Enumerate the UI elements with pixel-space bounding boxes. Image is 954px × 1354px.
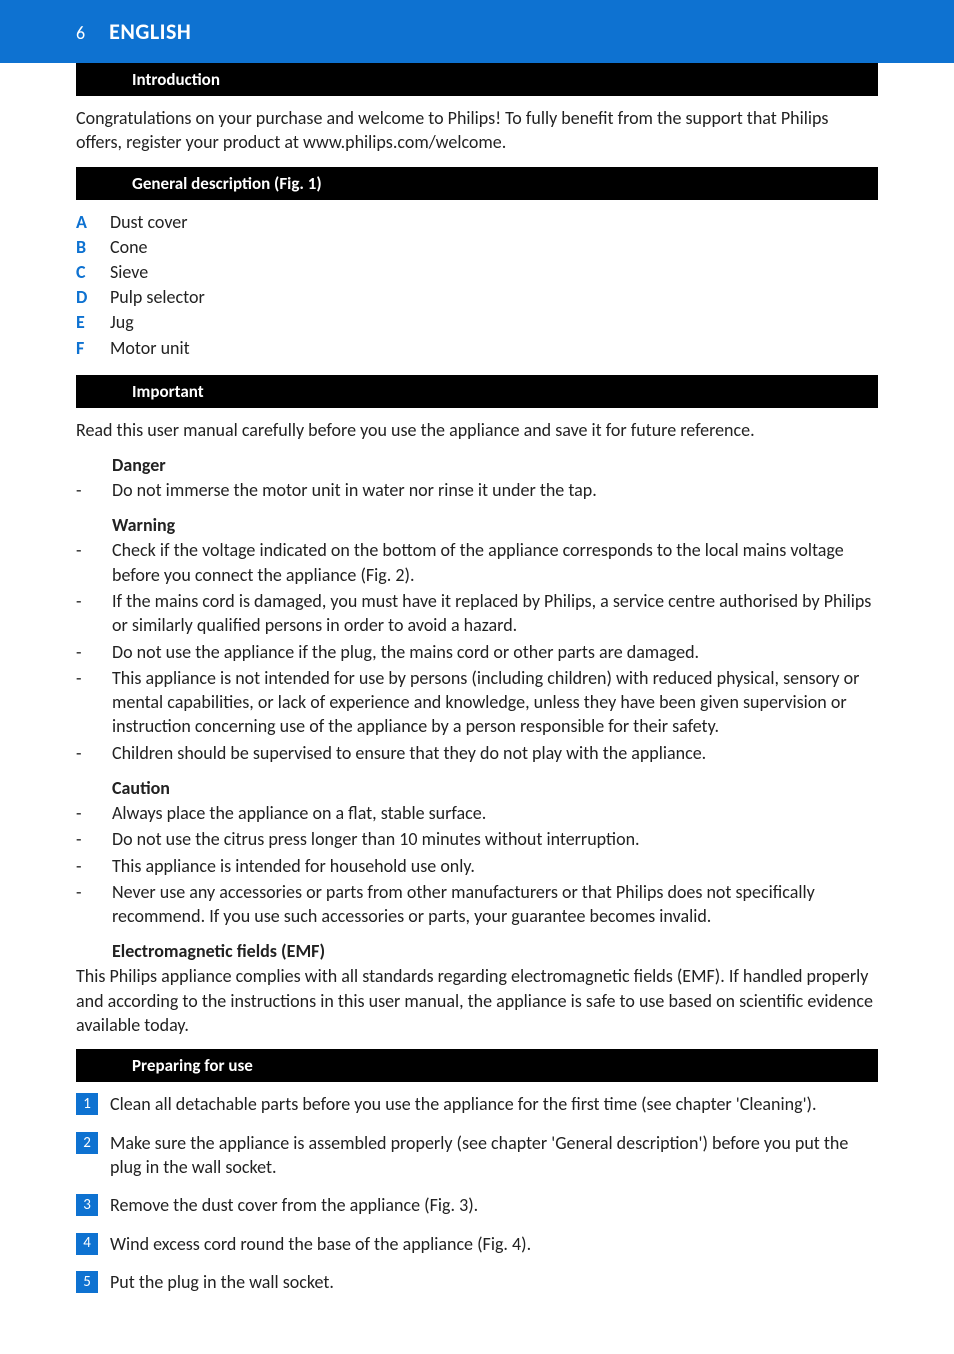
part-label: Sieve [110,260,148,285]
warning-list: -Check if the voltage indicated on the b… [76,538,878,765]
list-item: -Do not use the appliance if the plug, t… [76,640,878,664]
list-item: -Never use any accessories or parts from… [76,880,878,929]
list-item: -Do not use the citrus press longer than… [76,827,878,851]
section-preparing: Preparing for use [76,1049,878,1082]
part-letter: D [76,285,110,310]
step-text: Clean all detachable parts before you us… [110,1092,817,1116]
dash-icon: - [76,827,112,851]
dash-icon: - [76,478,112,502]
caution-heading: Caution [76,777,878,799]
part-label: Pulp selector [110,285,205,310]
step-text: Remove the dust cover from the appliance… [110,1193,478,1217]
page-header: 6 ENGLISH [0,0,954,63]
step-number: 2 [76,1132,98,1154]
dash-icon: - [76,741,112,765]
list-item: 1 Clean all detachable parts before you u… [76,1092,878,1116]
step-number: 5 [76,1271,98,1293]
list-item: -Children should be supervised to ensure… [76,741,878,765]
warning-heading: Warning [76,514,878,536]
dash-icon: - [76,880,112,929]
list-item: 3 Remove the dust cover from the applianc… [76,1193,878,1217]
caution-list: -Always place the appliance on a flat, s… [76,801,878,928]
important-body: Read this user manual carefully before y… [76,418,878,442]
list-item: -Check if the voltage indicated on the b… [76,538,878,587]
section-general-description: General description (Fig. 1) [76,167,878,200]
part-letter: F [76,336,110,361]
part-label: Dust cover [110,210,188,235]
page-language: ENGLISH [109,18,191,45]
list-item: 4 Wind excess cord round the base of the … [76,1232,878,1256]
list-item: -If the mains cord is damaged, you must … [76,589,878,638]
part-label: Motor unit [110,336,190,361]
part-label: Jug [110,310,134,335]
list-item: -This appliance is intended for househol… [76,854,878,878]
part-letter: C [76,260,110,285]
warning-item: Do not use the appliance if the plug, th… [112,640,699,664]
list-item: DPulp selector [76,285,878,310]
section-important: Important [76,375,878,408]
danger-list: -Do not immerse the motor unit in water … [76,478,878,502]
danger-item: Do not immerse the motor unit in water n… [112,478,597,502]
page-number: 6 [76,22,85,44]
list-item: -Do not immerse the motor unit in water … [76,478,878,502]
part-letter: A [76,210,110,235]
preparing-steps: 1 Clean all detachable parts before you u… [76,1092,878,1294]
list-item: ADust cover [76,210,878,235]
section-introduction: Introduction [76,63,878,96]
step-number: 4 [76,1233,98,1255]
caution-item: Never use any accessories or parts from … [112,880,878,929]
list-item: -This appliance is not intended for use … [76,666,878,739]
list-item: 2 Make sure the appliance is assembled pr… [76,1131,878,1180]
warning-item: Check if the voltage indicated on the bo… [112,538,878,587]
list-item: -Always place the appliance on a flat, s… [76,801,878,825]
dash-icon: - [76,854,112,878]
caution-item: Do not use the citrus press longer than … [112,827,640,851]
list-item: FMotor unit [76,336,878,361]
caution-item: Always place the appliance on a flat, st… [112,801,486,825]
step-text: Wind excess cord round the base of the a… [110,1232,531,1256]
emf-body: This Philips appliance complies with all… [76,964,878,1037]
step-number: 1 [76,1093,98,1115]
step-number: 3 [76,1194,98,1216]
dash-icon: - [76,538,112,587]
list-item: CSieve [76,260,878,285]
caution-item: This appliance is intended for household… [112,854,475,878]
dash-icon: - [76,666,112,739]
intro-body: Congratulations on your purchase and wel… [76,106,878,155]
part-letter: B [76,235,110,260]
parts-list: ADust cover BCone CSieve DPulp selector … [76,210,878,361]
list-item: BCone [76,235,878,260]
warning-item: If the mains cord is damaged, you must h… [112,589,878,638]
warning-item: Children should be supervised to ensure … [112,741,706,765]
dash-icon: - [76,589,112,638]
dash-icon: - [76,640,112,664]
step-text: Put the plug in the wall socket. [110,1270,334,1294]
emf-heading: Electromagnetic fields (EMF) [76,940,878,962]
danger-heading: Danger [76,454,878,476]
list-item: EJug [76,310,878,335]
part-label: Cone [110,235,148,260]
warning-item: This appliance is not intended for use b… [112,666,878,739]
list-item: 5 Put the plug in the wall socket. [76,1270,878,1294]
dash-icon: - [76,801,112,825]
step-text: Make sure the appliance is assembled pro… [110,1131,878,1180]
part-letter: E [76,310,110,335]
